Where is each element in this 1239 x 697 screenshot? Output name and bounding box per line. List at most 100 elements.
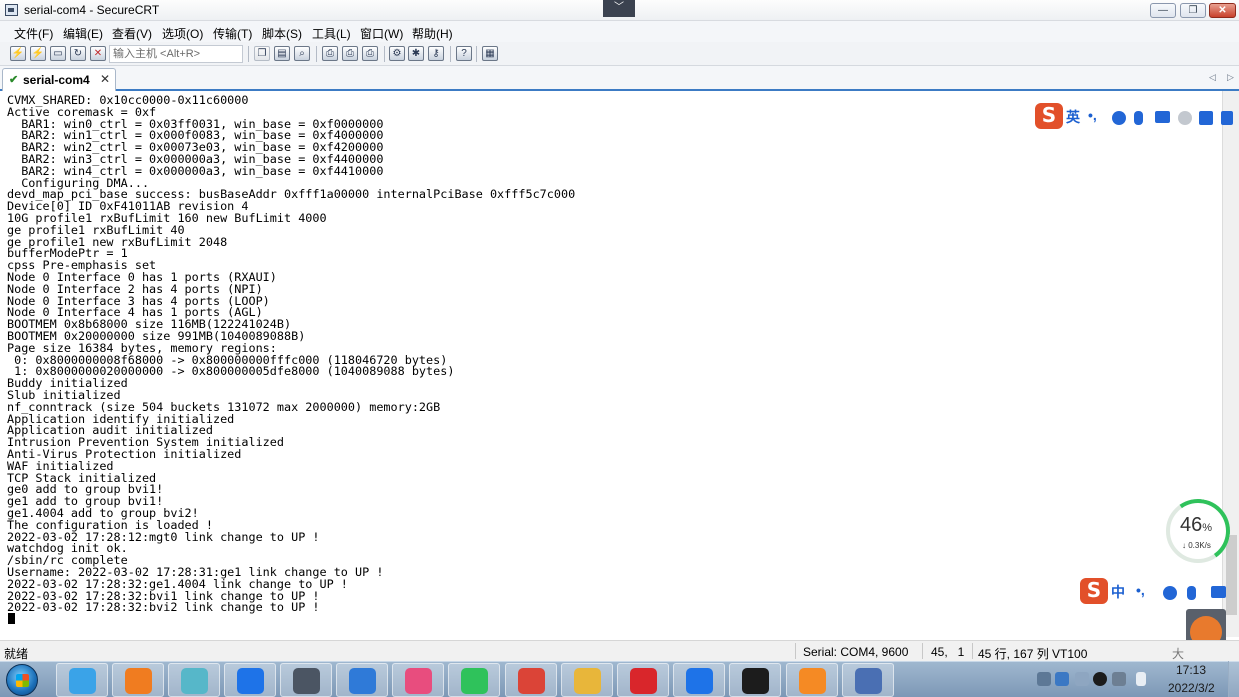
ime-toolbar-top: S 英 •, <box>1035 103 1239 129</box>
status-ready: 就绪 <box>4 647 29 661</box>
toolbox-icon[interactable] <box>1221 111 1233 125</box>
remote-desktop-icon <box>855 668 882 694</box>
mic-icon[interactable] <box>1187 586 1196 600</box>
tab-close-icon[interactable]: ✕ <box>100 72 110 86</box>
taskbar-qq-browser-button[interactable] <box>56 663 108 697</box>
connect-tab-icon[interactable]: ▭ <box>50 46 66 61</box>
keymap-icon[interactable]: ⚷ <box>428 46 444 61</box>
tray-help-icon[interactable] <box>1055 672 1069 686</box>
show-desktop-button[interactable] <box>1228 661 1239 697</box>
tab-label: serial-com4 <box>23 73 90 87</box>
taskbar-notepad-button[interactable] <box>168 663 220 697</box>
emoji-icon[interactable] <box>1112 111 1126 125</box>
mic-icon[interactable] <box>1134 111 1143 125</box>
toolbar: ⚡ ⚡ ▭ ↻ ✕ ❐ ▤ ⌕ ⎙ ⎙ ⎙ ⚙ ✱ ⚷ ? ▦ <box>0 42 1239 66</box>
connect-icon[interactable]: ⚡ <box>10 46 26 61</box>
clock-date[interactable]: 2022/3/2 <box>1168 681 1215 695</box>
quick-connect-icon[interactable]: ⚡ <box>30 46 46 61</box>
copy-icon[interactable]: ❐ <box>254 46 270 61</box>
ime-punct-toggle[interactable]: •, <box>1088 107 1097 123</box>
terminal-scrollbar[interactable] <box>1222 91 1239 637</box>
toolbar-separator <box>450 46 451 62</box>
terminal-output[interactable]: CVMX_SHARED: 0x10cc0000-0x11c60000 Active… <box>0 91 1222 637</box>
help-icon[interactable]: ? <box>456 46 472 61</box>
taskbar-securecrt-button[interactable] <box>280 663 332 697</box>
minimize-button[interactable]: — <box>1150 3 1176 18</box>
network-tray-icon[interactable] <box>1112 672 1126 686</box>
notepad-icon <box>181 668 208 694</box>
title-dropdown-icon[interactable]: ﹀ <box>603 0 635 17</box>
taskbar-firefox-button[interactable] <box>112 663 164 697</box>
toolbar-separator <box>248 46 249 62</box>
menu-tools[interactable]: 工具(L) <box>312 25 351 42</box>
find-icon[interactable]: ⌕ <box>294 46 310 61</box>
taskbar-dingtalk-button[interactable] <box>224 663 276 697</box>
menu-view[interactable]: 查看(V) <box>112 25 152 42</box>
taskbar-wechat-button[interactable] <box>448 663 500 697</box>
sftp-icon[interactable]: ▦ <box>482 46 498 61</box>
ime-lang-toggle[interactable]: 中 <box>1111 582 1125 602</box>
taskbar-terminal-button[interactable] <box>729 663 781 697</box>
menu-file[interactable]: 文件(F) <box>14 25 53 42</box>
status-separator <box>972 643 973 659</box>
close-button[interactable]: ✕ <box>1209 3 1236 18</box>
terminal-line: Active coremask = 0xf <box>7 104 157 119</box>
tray-expand-icon[interactable] <box>1075 672 1089 686</box>
print-icon[interactable]: ⎙ <box>322 46 338 61</box>
print-selection-icon[interactable]: ⎙ <box>342 46 358 61</box>
ime-lang-toggle[interactable]: 英 <box>1066 107 1080 127</box>
tab-serial-com4[interactable]: ✔ serial-com4 ✕ <box>2 68 116 91</box>
securecrt-app-icon[interactable] <box>5 4 18 16</box>
user-icon[interactable] <box>1178 111 1192 125</box>
tab-scroll-left-icon[interactable]: ◁ <box>1209 72 1216 83</box>
colorful-app-icon <box>405 668 432 694</box>
network-tool-icon <box>349 668 376 694</box>
start-button[interactable] <box>6 664 38 696</box>
taskbar-wps-button[interactable] <box>617 663 669 697</box>
tray-app-icon[interactable] <box>1037 672 1051 686</box>
taskbar-remote-desktop-button[interactable] <box>842 663 894 697</box>
download-speed: ↓ 0.3K/s <box>1182 541 1211 550</box>
paste-icon[interactable]: ▤ <box>274 46 290 61</box>
taskbar-colorful-app-button[interactable] <box>392 663 444 697</box>
toolbar-separator <box>476 46 477 62</box>
menu-transfer[interactable]: 传输(T) <box>213 25 252 42</box>
reconnect-icon[interactable]: ↻ <box>70 46 86 61</box>
qq-tray-icon[interactable] <box>1093 672 1107 686</box>
terminal-line: 2022-03-02 17:28:32:bvi2 link change to … <box>7 600 320 615</box>
menu-edit[interactable]: 编辑(E) <box>63 25 103 42</box>
menu-window[interactable]: 窗口(W) <box>360 25 403 42</box>
clock-time[interactable]: 17:13 <box>1176 663 1206 677</box>
taskbar-feishu-button[interactable] <box>673 663 725 697</box>
dingtalk-icon <box>237 668 264 694</box>
tab-scroll-right-icon[interactable]: ▷ <box>1227 72 1234 83</box>
print-setup-icon[interactable]: ⎙ <box>362 46 378 61</box>
keyboard-icon[interactable] <box>1211 586 1226 598</box>
taskbar-network-tool-button[interactable] <box>336 663 388 697</box>
ime-punct-toggle[interactable]: •, <box>1136 582 1145 598</box>
status-connection: Serial: COM4, 9600 <box>803 645 909 659</box>
menu-script[interactable]: 脚本(S) <box>262 25 302 42</box>
terminal-line: Node 0 Interface 2 has 4 ports (NPI) <box>7 281 263 296</box>
taskbar-chrome-button[interactable] <box>505 663 557 697</box>
battery-tray-icon[interactable] <box>1136 672 1146 686</box>
session-options-icon[interactable]: ⚙ <box>389 46 405 61</box>
network-speed-widget[interactable]: 46% ↓ 0.3K/s <box>1160 493 1236 569</box>
sogou-logo-icon[interactable]: S <box>1080 578 1108 604</box>
keyboard-icon[interactable] <box>1155 111 1170 123</box>
skin-icon[interactable] <box>1199 111 1213 125</box>
title-bar: serial-com4 - SecureCRT ﹀ — ❐ ✕ <box>0 0 1239 21</box>
status-extra: 大 <box>1172 647 1185 661</box>
disconnect-icon[interactable]: ✕ <box>90 46 106 61</box>
sogou-logo-icon[interactable]: S <box>1035 103 1063 129</box>
taskbar-file-explorer-button[interactable] <box>561 663 613 697</box>
host-input[interactable] <box>109 45 243 63</box>
menu-help[interactable]: 帮助(H) <box>412 25 453 42</box>
maximize-button[interactable]: ❐ <box>1180 3 1206 18</box>
chrome-icon <box>518 668 545 694</box>
taskbar-settings-app-button[interactable] <box>786 663 838 697</box>
emoji-icon[interactable] <box>1163 586 1177 600</box>
global-options-icon[interactable]: ✱ <box>408 46 424 61</box>
terminal-line: BAR2: win4_ctrl = 0x000000a3, win_base =… <box>7 163 384 178</box>
menu-options[interactable]: 选项(O) <box>162 25 203 42</box>
